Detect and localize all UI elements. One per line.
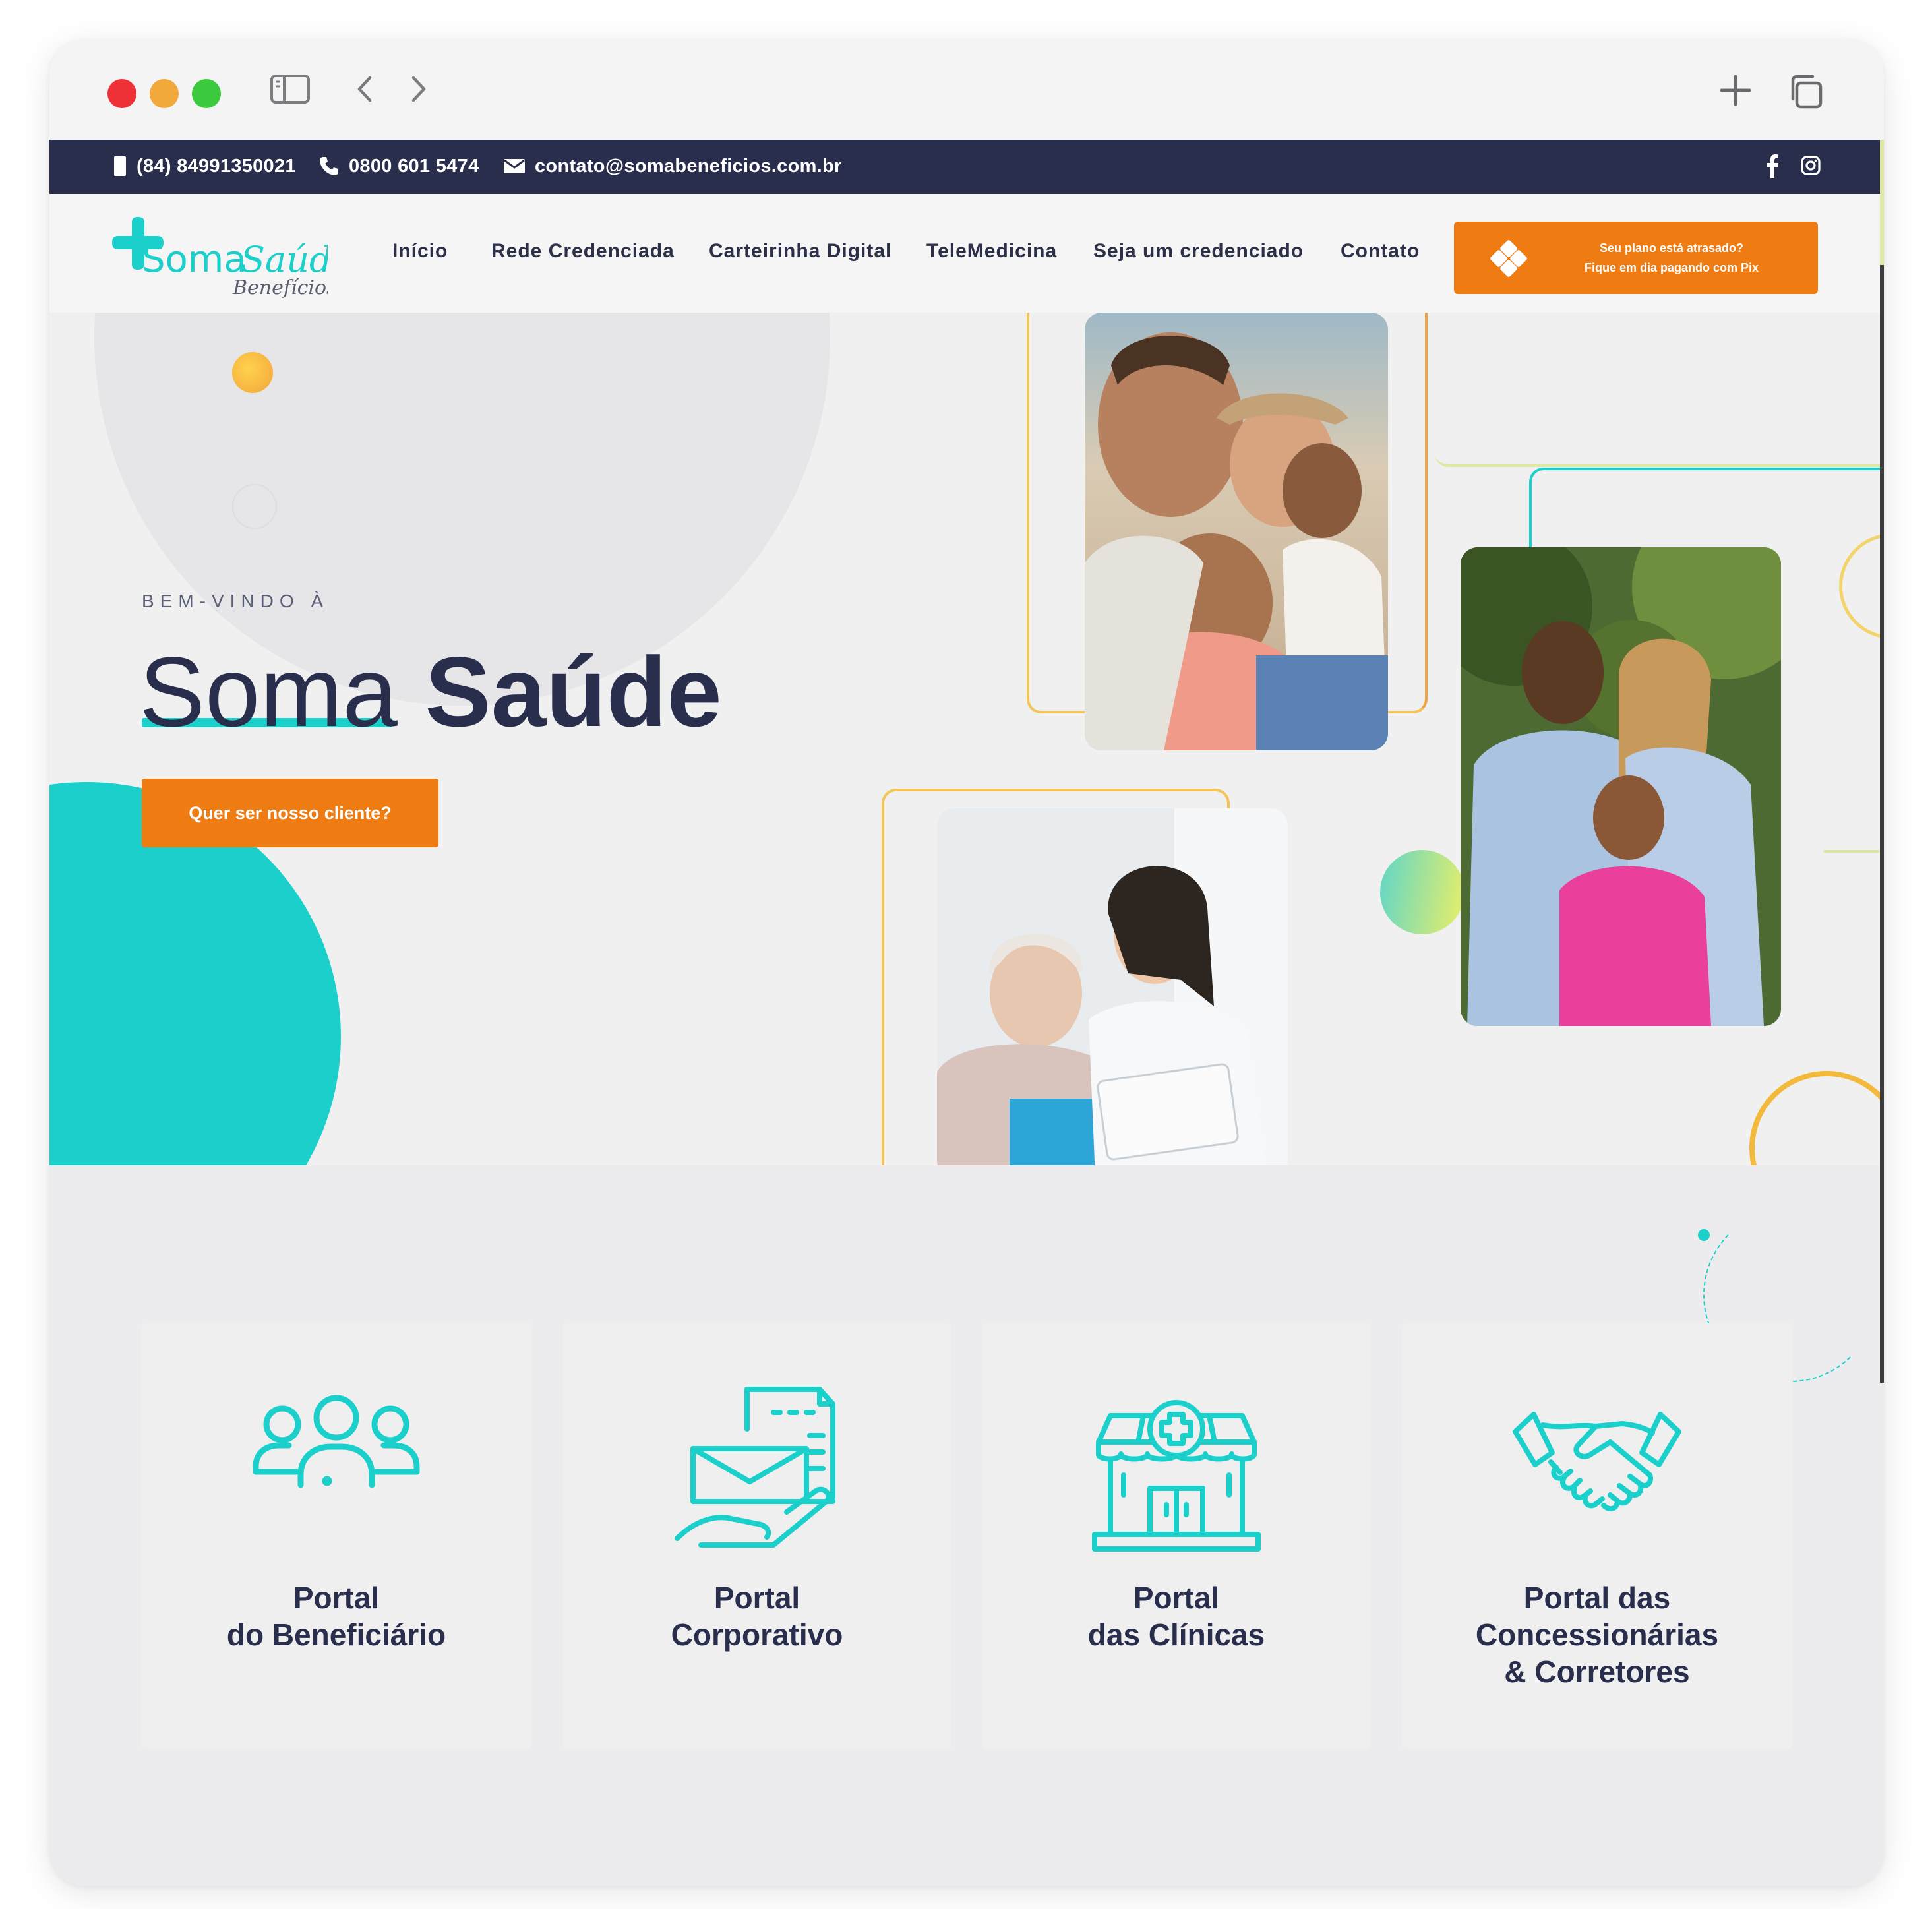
minimize-window-button[interactable] [150,79,179,108]
scrollbar-track[interactable] [1880,265,1884,1383]
contact-email[interactable]: contato@somabeneficios.com.br [503,154,842,178]
portal-card-title: Portal das Clínicas [1087,1581,1265,1652]
hero-eyebrow: BEM-VINDO À [142,591,330,611]
pix-icon [1490,239,1528,281]
svg-text:Soma: Soma [142,238,247,281]
nav-carteirinha-digital[interactable]: Carteirinha Digital [709,240,891,262]
contact-phone-landline[interactable]: 0800 601 5474 [318,154,479,178]
people-group-icon [251,1393,422,1495]
svg-text:Benefícios: Benefícios [232,276,328,299]
hero-section: BEM-VINDO À Soma Saúde Quer ser nosso cl… [49,313,1884,1165]
main-navbar: Soma Saúde Benefícios Início Rede Creden… [49,194,1884,313]
portal-corporativo-card[interactable]: Portal Corporativo [562,1323,951,1749]
tab-overview-icon[interactable] [1786,73,1825,114]
new-tab-plus-icon[interactable] [1718,73,1753,111]
nav-telemedicina[interactable]: TeleMedicina [926,240,1057,262]
nav-contato[interactable]: Contato [1341,240,1420,262]
portal-card-title: Portal das Concessionárias & Corretores [1475,1581,1719,1689]
become-client-button[interactable]: Quer ser nosso cliente? [142,779,438,847]
portal-beneficiario-card[interactable]: Portal do Beneficiário [142,1323,531,1749]
pix-payment-button[interactable]: Seu plano está atrasado? Fique em dia pa… [1454,222,1818,294]
phone-icon [318,156,340,177]
mobile-phone-icon [113,156,127,177]
contact-phone-mobile[interactable]: (84) 84991350021 [113,154,296,178]
decorative-outline-dot [232,484,277,529]
doctor-patient-photo [937,808,1288,1165]
website: (84) 84991350021 0800 601 5474 contato@s… [49,140,1884,1886]
facebook-icon[interactable] [1765,153,1780,181]
contact-topbar: (84) 84991350021 0800 601 5474 contato@s… [49,140,1884,194]
browser-window: (84) 84991350021 0800 601 5474 contato@s… [49,40,1884,1886]
hero-title-bold: Saúde [425,636,722,747]
portals-section: Portal do Beneficiário Portal Corporativ… [49,1165,1884,1886]
family-beach-photo [1085,313,1388,750]
soma-saude-logo[interactable]: Soma Saúde Benefícios [104,214,353,299]
handshake-icon [1511,1409,1683,1525]
forward-arrow-icon[interactable] [406,73,432,109]
nav-seja-credenciado[interactable]: Seja um credenciado [1093,240,1304,262]
browser-toolbar [49,40,1884,140]
family-park-photo [1461,547,1781,1026]
portal-concessionarias-card[interactable]: Portal das Concessionárias & Corretores [1403,1323,1792,1749]
portal-card-title: Portal Corporativo [671,1581,843,1652]
hero-title-light: Soma [139,636,398,747]
clinic-building-icon [1091,1396,1262,1558]
hero-title: Soma Saúde [139,642,722,741]
back-arrow-icon[interactable] [351,73,378,109]
decorative-yellow-ring [1749,1071,1884,1165]
portal-clinicas-card[interactable]: Portal das Clínicas [982,1323,1371,1749]
decorative-line-lime [1823,850,1884,853]
decorative-yellow-dot [232,352,273,393]
sidebar-toggle-icon[interactable] [270,73,311,109]
portal-card-title: Portal do Beneficiário [226,1581,446,1652]
scroll-accent-lime [1880,140,1884,265]
decorative-teal-dot [1698,1229,1710,1241]
document-hand-icon [675,1383,839,1551]
nav-inicio[interactable]: Início [392,240,448,262]
envelope-icon [503,158,526,175]
svg-text:Saúde: Saúde [241,239,328,280]
maximize-window-button[interactable] [192,79,221,108]
decorative-gradient-dot [1380,850,1464,934]
decorative-frame-lime [1434,313,1884,467]
nav-rede-credenciada[interactable]: Rede Credenciada [491,240,675,262]
instagram-icon[interactable] [1799,153,1822,181]
close-window-button[interactable] [107,79,136,108]
